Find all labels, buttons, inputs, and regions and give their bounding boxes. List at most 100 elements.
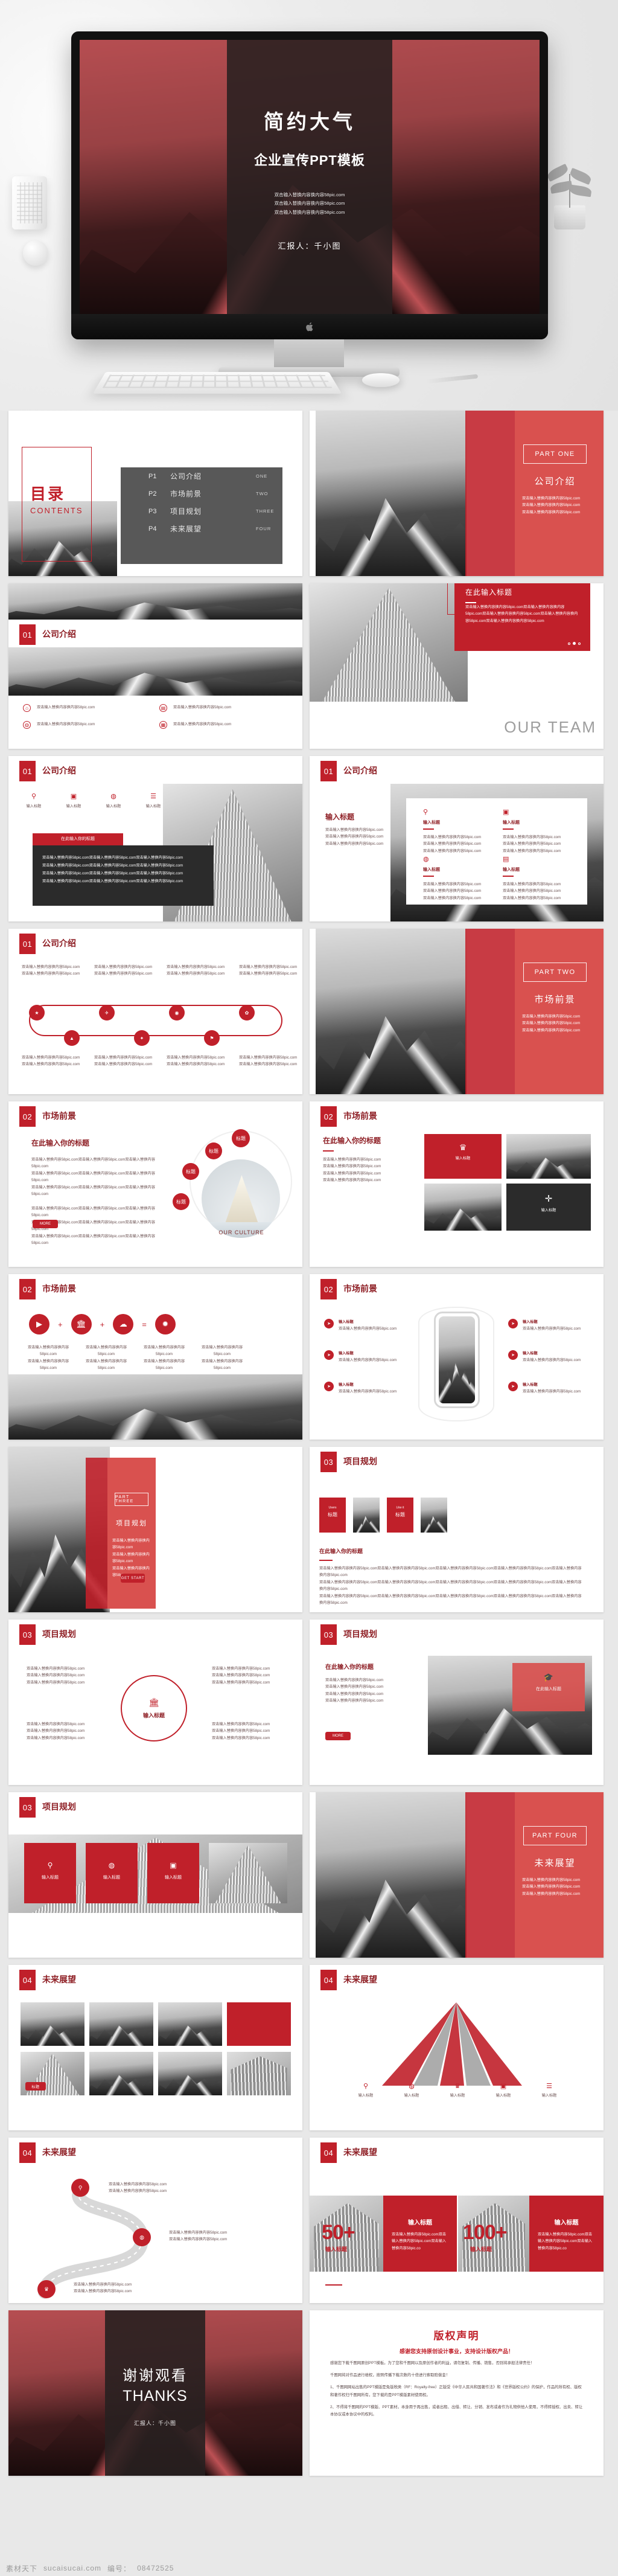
fp-card-3[interactable]: ▣ 输入标题 [147, 1843, 199, 1903]
body-line: 双击输入替换内容换内容58pic.com [523, 1358, 581, 1363]
toc-item[interactable]: P1 公司介绍 ONE [121, 467, 282, 485]
slide-project-tiles[interactable]: 03 项目规划 Users 标题 Like it 标题 在此输入你的标题 双击输… [310, 1447, 604, 1612]
icon-block[interactable]: ◍ 输入标题 [100, 793, 127, 810]
play-icon[interactable]: ▶ [29, 1314, 49, 1334]
fan-legend: ⚲ 输入标题 ◍ 输入标题 ♛ 输入标题 ▣ 输入标题 ☰ 输入标题 [347, 2083, 568, 2099]
slide-project-four-pics[interactable]: 03 项目规划 ⚲ 输入标题 ◍ 输入标题 ▣ 输入标题 [8, 1792, 302, 1958]
tile-red-2[interactable]: Like it 标题 [387, 1498, 413, 1533]
slide-our-culture[interactable]: 02 市场前景 在此输入你的标题 双击输入替换内容58pic.com双击输入替换… [8, 1101, 302, 1267]
more-button[interactable]: MORE [33, 1220, 58, 1228]
slide-project-photo-card[interactable]: 03 项目规划 在此输入你的标题 双击输入替换内容换内容58pic.com 双击… [310, 1620, 604, 1785]
globe-icon: ◍ [423, 856, 429, 863]
stat-value-2: 100+ [463, 2221, 508, 2244]
part-two-lines: 双击输入替换内容换内容58pic.com 双击输入替换内容换内容58pic.co… [522, 1013, 594, 1034]
slide-timeline[interactable]: 01 公司介绍 双击输入替换内容换内容58pic.com 双击输入替换内容换内容… [8, 929, 302, 1094]
timeline-node-4[interactable]: ✿ [239, 1005, 255, 1020]
timeline-node-6[interactable]: ✦ [134, 1030, 150, 1046]
fan-item[interactable]: ◍ 输入标题 [393, 2083, 430, 2099]
timeline-node-1[interactable]: ★ [29, 1005, 45, 1020]
toc-label: 未来展望 [170, 525, 202, 533]
slide-copyright[interactable]: 版权声明 感谢您支持原创设计事业，支持设计版权产品！ 感谢您下载千图网原创PPT… [310, 2310, 604, 2476]
slide-company-intro-1[interactable]: 01 公司介绍 ⌂ 双击输入替换内容换内容58pic.com ▤ 双击输入替换内… [8, 583, 302, 749]
icon-label: 输入标题 [106, 804, 121, 809]
fan-item[interactable]: ☰ 输入标题 [530, 2083, 568, 2099]
timeline-node-2[interactable]: ✈ [99, 1005, 115, 1020]
stat-card-1[interactable]: 输入标题 双击输入替换内容58pic.com双击输入替换内容58pic.com双… [383, 2196, 457, 2272]
monitor-neck [274, 339, 344, 371]
slide-header: 03 项目规划 [8, 1620, 302, 1647]
market-tile-dark[interactable]: ✛ 输入标题 [506, 1184, 591, 1231]
body-line: 双击输入替换内容换内容58pic.com [239, 965, 298, 969]
bank-icon[interactable]: 🏛 [71, 1314, 92, 1334]
section-title: 未来展望 [343, 2147, 377, 2157]
tile-red-1[interactable]: Users 标题 [319, 1498, 346, 1533]
icon-block[interactable]: ▣ 输入标题 [60, 793, 87, 810]
carousel-dots[interactable] [568, 642, 581, 645]
gal-red-1[interactable] [227, 2002, 291, 2046]
toc-item[interactable]: P2 市场前景 TWO [121, 485, 282, 502]
culture-bubble-2[interactable]: 标题 [205, 1142, 222, 1159]
center-circle[interactable]: 🏛 输入标题 [121, 1675, 187, 1741]
market-tile-red-1[interactable]: ♛ 输入标题 [424, 1134, 502, 1179]
slide-our-team[interactable]: 在此输入标题 双击输入替换内容换内容58pic.com双击输入替换内容换内容58… [310, 583, 604, 749]
slide-future-roadmap[interactable]: 04 未来展望 ⚲ ◍ ♛ 双击输入替换内容换内容58pic.com 双击输入替… [8, 2138, 302, 2303]
get-start-button[interactable]: GET START [121, 1574, 145, 1583]
copyright-para: 1、千图网网站出售的PPT模版是免版税类（RF：Royalty-free）正版受… [330, 2385, 582, 2397]
icon-block[interactable]: ⚲ 输入标题 [21, 793, 47, 810]
slide-header: 03 项目规划 [310, 1620, 604, 1647]
fan-item[interactable]: ▣ 输入标题 [485, 2083, 522, 2099]
pc-red-card[interactable]: 🎓 在此输入标题 [512, 1663, 585, 1711]
slide-part-three[interactable]: PART THREE 项目规划 双击输入替换内容换内容58pic.com 双击输… [8, 1447, 302, 1612]
culture-bubble-3[interactable]: 标题 [182, 1163, 199, 1180]
slide-part-four[interactable]: PART FOUR 未来展望 双击输入替换内容换内容58pic.com 双击输入… [310, 1792, 604, 1958]
slide-project-circle[interactable]: 03 项目规划 双击输入替换内容换内容58pic.com 双击输入替换内容换内容… [8, 1620, 302, 1785]
cloud-icon[interactable]: ☁ [113, 1314, 134, 1334]
dot-3[interactable] [578, 642, 581, 645]
toc-page: P4 [148, 525, 157, 533]
fp-card-1[interactable]: ⚲ 输入标题 [24, 1843, 76, 1903]
slide-phone-features[interactable]: 02 市场前景 ➤ 输入标题 双击输入替换内容换内容58pic.com ➤ 输入… [310, 1274, 604, 1440]
culture-bubble-4[interactable]: 标题 [173, 1193, 190, 1210]
roadmap-pin-2[interactable]: ◍ [133, 2228, 151, 2246]
timeline-node-3[interactable]: ◉ [169, 1005, 185, 1020]
star-result-icon[interactable]: ✹ [154, 1314, 176, 1334]
slide-company-intro-2[interactable]: 01 公司介绍 ⚲ 输入标题 ▣ 输入标题 ◍ 输入标题 ☰ 输入标题 在此输入… [8, 756, 302, 921]
slide-header: 02 市场前景 [310, 1101, 604, 1129]
doc-icon: ▦ [159, 721, 167, 729]
market-tile-photo-1 [506, 1134, 591, 1179]
slide-market-icons[interactable]: 02 市场前景 ▶ + 🏛 + ☁ = ✹ 双击输入替换内容换内容58pic.c… [8, 1274, 302, 1440]
slide-part-two[interactable]: PART TWO 市场前景 双击输入替换内容换内容58pic.com 双击输入替… [310, 929, 604, 1094]
slide-future-gallery[interactable]: 04 未来展望 标题 [8, 1965, 302, 2130]
dot-1[interactable] [568, 642, 570, 645]
slide-market-grid[interactable]: 02 市场前景 在此输入你的标题 双击输入替换内容换内容58pic.com 双击… [310, 1101, 604, 1267]
more-button[interactable]: MORE [325, 1732, 351, 1740]
feature-cell: ▤ 输入标题 双击输入替换内容换内容58pic.com 双击输入替换内容换内容5… [503, 856, 569, 902]
slide-company-intro-3[interactable]: 01 公司介绍 输入标题 双击输入替换内容换内容58pic.com 双击输入替换… [310, 756, 604, 921]
body-line: 双击输入替换内容换内容58pic.com [22, 972, 80, 976]
fan-item[interactable]: ♛ 输入标题 [439, 2083, 476, 2099]
stat-card-2[interactable]: 输入标题 双击输入替换内容58pic.com双击输入替换内容58pic.com双… [529, 2196, 604, 2272]
slide-row: 01 公司介绍 ⌂ 双击输入替换内容换内容58pic.com ▤ 双击输入替换内… [8, 583, 610, 749]
icon-block[interactable]: ☰ 输入标题 [140, 793, 167, 810]
roadmap-pin-3[interactable]: ♛ [37, 2280, 56, 2298]
slide-future-stats[interactable]: 04 未来展望 50+ 输入标题 输入标题 双击输入替换内容58pic.com双… [310, 2138, 604, 2303]
slide-part-one[interactable]: PART ONE 公司介绍 双击输入替换内容换内容58pic.com 双击输入替… [310, 411, 604, 576]
culture-bubble-1[interactable]: 标题 [232, 1129, 250, 1147]
icon-label: 输入标题 [66, 804, 81, 809]
roadmap-note-3: 双击输入替换内容换内容58pic.com 双击输入替换内容换内容58pic.co… [74, 2281, 146, 2295]
roadmap-pin-1[interactable]: ⚲ [71, 2179, 89, 2197]
gal-tag[interactable]: 标题 [25, 2082, 46, 2091]
toc-item[interactable]: P4 未来展望 FOUR [121, 520, 282, 537]
slide-future-fan[interactable]: 04 未来展望 ⚲ 输入标题 ◍ 输入标题 ♛ 输入标题 ▣ 输入标题 ☰ 输入… [310, 1965, 604, 2130]
toc-item[interactable]: P3 项目规划 THREE [121, 502, 282, 520]
fan-item[interactable]: ⚲ 输入标题 [347, 2083, 384, 2099]
section-badge: 01 [19, 761, 36, 781]
watermark-id-label: 编号： [107, 2564, 132, 2573]
slide-contents[interactable]: 目录 CONTENTS P1 公司介绍 ONE P2 市场前景 TWO P3 项… [8, 411, 302, 576]
dot-2-active[interactable] [573, 642, 576, 645]
timeline-node-7[interactable]: ⚑ [204, 1030, 220, 1046]
body-line: 双击输入替换内容58pic.com双击输入替换内容58pic.com双击输入替换… [31, 1171, 155, 1183]
slide-thanks[interactable]: 谢谢观看 THANKS 汇报人：千小图 [8, 2310, 302, 2476]
fp-card-2[interactable]: ◍ 输入标题 [86, 1843, 138, 1903]
timeline-node-5[interactable]: ▲ [64, 1030, 80, 1046]
